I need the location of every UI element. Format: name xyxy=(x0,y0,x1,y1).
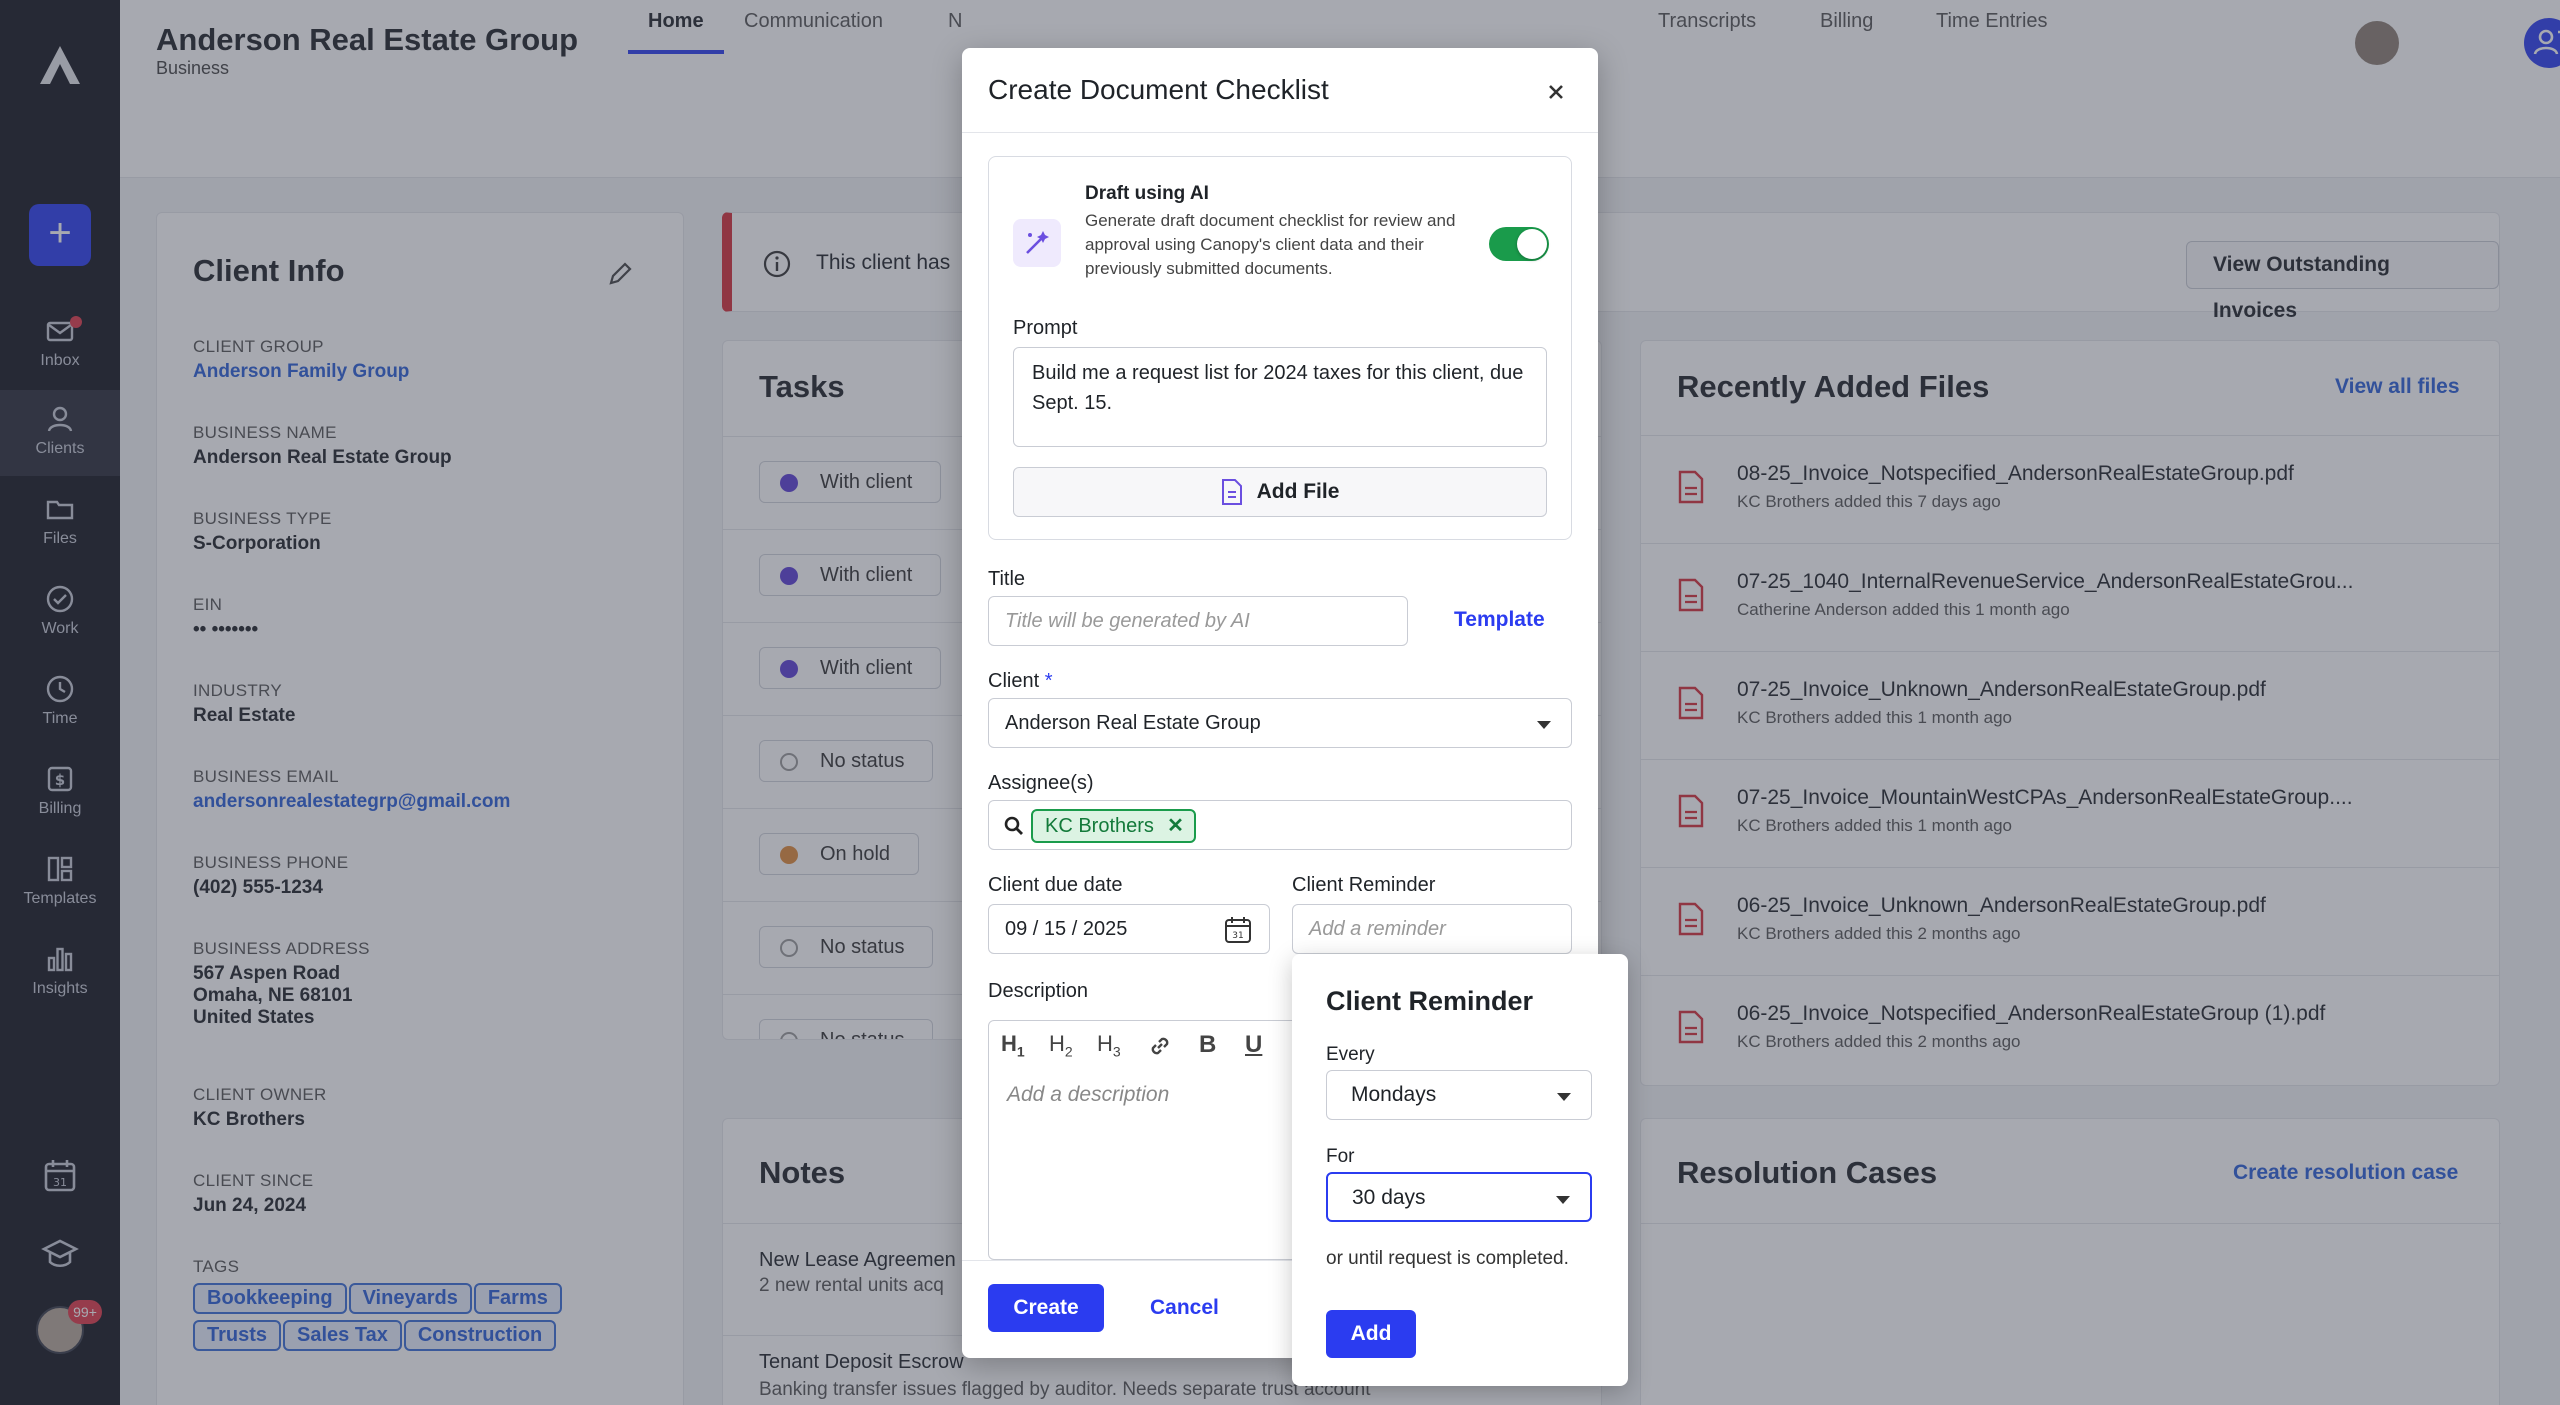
modal-title: Create Document Checklist xyxy=(988,74,1329,105)
underline-button[interactable]: U xyxy=(1245,1031,1262,1059)
for-select[interactable]: 30 days xyxy=(1326,1172,1592,1222)
every-select-value: Mondays xyxy=(1351,1083,1437,1106)
due-day[interactable]: 15 xyxy=(1044,918,1066,940)
template-link[interactable]: Template xyxy=(1454,608,1545,632)
svg-text:31: 31 xyxy=(1232,931,1243,941)
assignee-chip[interactable]: KC Brothers ✕ xyxy=(1031,809,1196,843)
title-label: Title xyxy=(988,568,1026,590)
ai-wand-icon xyxy=(1013,219,1061,267)
reminder-input[interactable]: Add a reminder xyxy=(1292,904,1572,954)
search-icon xyxy=(1004,816,1023,835)
prompt-textarea[interactable]: Build me a request list for 2024 taxes f… xyxy=(1013,347,1547,447)
ai-description: Generate draft document checklist for re… xyxy=(1085,211,1456,278)
calendar-icon[interactable]: 31 xyxy=(1223,915,1253,945)
description-label: Description xyxy=(988,980,1089,1002)
file-add-icon xyxy=(1221,479,1242,506)
required-marker: * xyxy=(1044,670,1053,692)
client-label: Client * xyxy=(988,670,1053,693)
heading2-button[interactable]: H2 xyxy=(1049,1031,1073,1059)
create-button[interactable]: Create xyxy=(988,1284,1104,1332)
for-label: For xyxy=(1326,1146,1355,1167)
divider xyxy=(962,132,1598,133)
ai-toggle[interactable] xyxy=(1489,227,1549,261)
description-placeholder: Add a description xyxy=(1007,1083,1170,1106)
chevron-down-icon xyxy=(1537,721,1551,729)
due-date-label: Client due date xyxy=(988,874,1123,896)
heading1-button[interactable]: H1 xyxy=(1001,1031,1025,1059)
due-date-input[interactable]: 09 / 15 / 2025 31 xyxy=(988,904,1270,954)
ai-title: Draft using AI xyxy=(1085,183,1209,204)
add-file-button[interactable]: Add File xyxy=(1013,467,1547,517)
client-reminder-popover: Client Reminder Every Mondays For 30 day… xyxy=(1292,954,1628,1386)
title-input[interactable]: Title will be generated by AI xyxy=(988,596,1408,646)
assignees-input[interactable]: KC Brothers ✕ xyxy=(988,800,1572,850)
link-icon[interactable] xyxy=(1147,1033,1173,1059)
cancel-button[interactable]: Cancel xyxy=(1150,1296,1219,1320)
heading3-button[interactable]: H3 xyxy=(1097,1031,1121,1059)
reminder-label: Client Reminder xyxy=(1292,874,1436,896)
reminder-note: or until request is completed. xyxy=(1326,1248,1569,1269)
prompt-label: Prompt xyxy=(1013,317,1078,339)
add-file-label: Add File xyxy=(1256,480,1340,503)
remove-chip-icon[interactable]: ✕ xyxy=(1167,811,1184,841)
bold-button[interactable]: B xyxy=(1199,1031,1216,1059)
client-select-value: Anderson Real Estate Group xyxy=(1005,712,1261,734)
assignee-chip-label: KC Brothers xyxy=(1045,815,1154,837)
every-select[interactable]: Mondays xyxy=(1326,1070,1592,1120)
close-icon[interactable] xyxy=(1542,78,1570,106)
ai-draft-section: Draft using AI Generate draft document c… xyxy=(988,156,1572,540)
toggle-knob xyxy=(1517,229,1547,259)
assignees-label: Assignee(s) xyxy=(988,772,1094,794)
chevron-down-icon xyxy=(1556,1196,1570,1204)
every-label: Every xyxy=(1326,1044,1375,1065)
for-select-value: 30 days xyxy=(1352,1186,1426,1209)
due-month[interactable]: 09 xyxy=(1005,918,1027,940)
client-select[interactable]: Anderson Real Estate Group xyxy=(988,698,1572,748)
popover-title: Client Reminder xyxy=(1326,986,1534,1016)
chevron-down-icon xyxy=(1557,1093,1571,1101)
add-reminder-button[interactable]: Add xyxy=(1326,1310,1416,1358)
client-label-text: Client xyxy=(988,670,1040,692)
due-year[interactable]: 2025 xyxy=(1083,918,1128,940)
